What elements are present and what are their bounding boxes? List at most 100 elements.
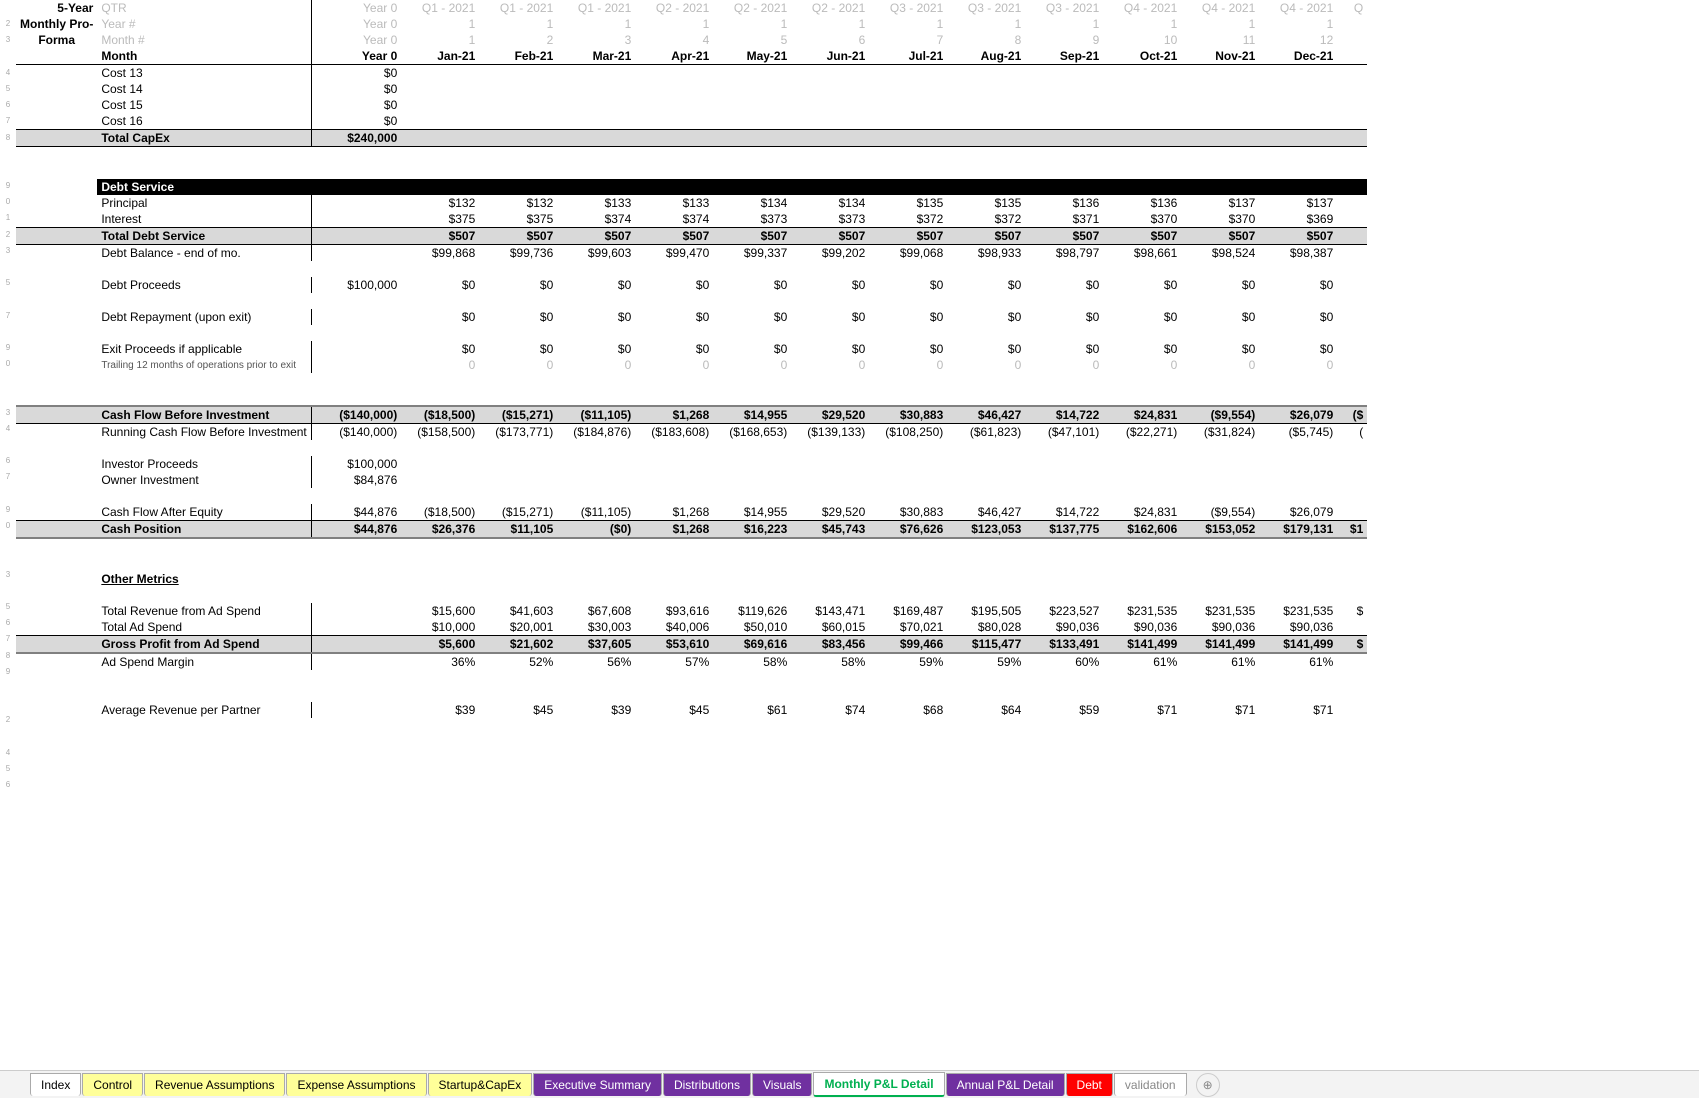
cf-before-val: ($18,500) [401,406,479,424]
total-debt-val: $507 [635,228,713,245]
tab-monthly-pl-detail[interactable]: Monthly P&L Detail [813,1072,944,1097]
repay-val: $0 [791,309,869,325]
running-val: ($22,271) [1103,424,1181,441]
add-sheet-button[interactable]: ⊕ [1196,1073,1220,1097]
cf-after-val: $30,883 [869,504,947,521]
qtr-cell: Q2 - 2021 [713,0,791,16]
spend-val: $40,006 [635,619,713,636]
margin-val: 56% [557,653,635,670]
proceeds-val: $0 [401,277,479,293]
metrics-header: Other Metrics [97,571,311,587]
exit-label: Exit Proceeds if applicable [97,341,311,357]
spend-val: $70,021 [869,619,947,636]
proceeds-val: $0 [713,277,791,293]
trailing-val: 0 [557,357,635,373]
month-cell: Aug-21 [947,48,1025,65]
qtr-cell: Q4 - 2021 [1103,0,1181,16]
total-debt-val: $507 [1259,228,1337,245]
balance-val: $98,797 [1025,245,1103,262]
proceeds-val: $0 [1025,277,1103,293]
position-val: $1 [1337,521,1367,539]
cf-before-val: ($11,105) [557,406,635,424]
repay-val: $0 [1259,309,1337,325]
year0-yearnum: Year 0 [311,16,401,32]
position-val: $123,053 [947,521,1025,539]
cost15-val: $0 [311,97,401,113]
total-debt-val: $507 [401,228,479,245]
gross-val: $115,477 [947,636,1025,654]
investor-label: Investor Proceeds [97,456,311,472]
spend-val: $20,001 [479,619,557,636]
interest-val: $375 [479,211,557,228]
position-val: $1,268 [635,521,713,539]
qtr-cell: Q3 - 2021 [869,0,947,16]
running-val: ($168,653) [713,424,791,441]
margin-val: 59% [869,653,947,670]
month-cell: Jul-21 [869,48,947,65]
interest-val: $371 [1025,211,1103,228]
interest-val: $375 [401,211,479,228]
interest-val: $373 [713,211,791,228]
tab-control[interactable]: Control [82,1073,143,1096]
cf-before-val: $1,268 [635,406,713,424]
tab-expense-assumptions[interactable]: Expense Assumptions [286,1073,426,1096]
monthnum-cell: 12 [1259,32,1337,48]
owner-y0: $84,876 [311,472,401,488]
monthnum-cell: 11 [1181,32,1259,48]
gross-val: $141,499 [1259,636,1337,654]
avg-val: $64 [947,702,1025,718]
yearnum-cell: 1 [713,16,791,32]
cf-before-label: Cash Flow Before Investment [97,406,311,424]
avg-val: $45 [479,702,557,718]
position-val: $153,052 [1181,521,1259,539]
tab-distributions[interactable]: Distributions [663,1073,751,1096]
spreadsheet-grid[interactable]: 5-Year QTR Year 0 Q1 - 2021 Q1 - 2021 Q1… [16,0,1699,1070]
position-val: $11,105 [479,521,557,539]
proceeds-val: $0 [557,277,635,293]
spend-val: $30,003 [557,619,635,636]
margin-val: 57% [635,653,713,670]
month-cell: Apr-21 [635,48,713,65]
qtr-cell: Q4 - 2021 [1181,0,1259,16]
rev-val: $143,471 [791,603,869,619]
tab-revenue-assumptions[interactable]: Revenue Assumptions [144,1073,285,1096]
monthnum-cell: 6 [791,32,869,48]
rev-val: $231,535 [1181,603,1259,619]
repay-val: $0 [713,309,791,325]
tab-debt[interactable]: Debt [1066,1073,1113,1096]
qtr-cell: Q1 - 2021 [401,0,479,16]
tab-startup-capex[interactable]: Startup&CapEx [428,1073,533,1096]
qtr-cell: Q2 - 2021 [791,0,869,16]
total-debt-val: $507 [1181,228,1259,245]
trailing-val: 0 [479,357,557,373]
balance-val: $99,337 [713,245,791,262]
avg-val: $71 [1181,702,1259,718]
month-cell: Oct-21 [1103,48,1181,65]
proceeds-val: $0 [791,277,869,293]
rev-label: Total Revenue from Ad Spend [97,603,311,619]
trailing-val: 0 [1181,357,1259,373]
total-debt-val: $507 [557,228,635,245]
tab-validation[interactable]: validation [1114,1073,1187,1096]
exit-val: $0 [791,341,869,357]
title-forma: Forma [16,32,97,48]
total-capex-val: $240,000 [311,130,401,147]
tab-annual-pl-detail[interactable]: Annual P&L Detail [946,1073,1065,1096]
yearnum-cell: 1 [791,16,869,32]
yearnum-cell: 1 [1025,16,1103,32]
running-val: ($47,101) [1025,424,1103,441]
repay-val: $0 [1103,309,1181,325]
tab-visuals[interactable]: Visuals [752,1073,812,1096]
month-cell: Mar-21 [557,48,635,65]
yearnum-label: Year # [97,16,311,32]
exit-val: $0 [713,341,791,357]
row-numbers: 2345678 901235790 346790 3567892 456 [0,0,16,1070]
interest-val: $369 [1259,211,1337,228]
cf-after-val: ($9,554) [1181,504,1259,521]
tab-executive-summary[interactable]: Executive Summary [533,1073,662,1096]
avg-val: $71 [1259,702,1337,718]
balance-val: $98,933 [947,245,1025,262]
tab-index[interactable]: Index [30,1073,81,1096]
balance-val: $99,202 [791,245,869,262]
spend-val: $60,015 [791,619,869,636]
